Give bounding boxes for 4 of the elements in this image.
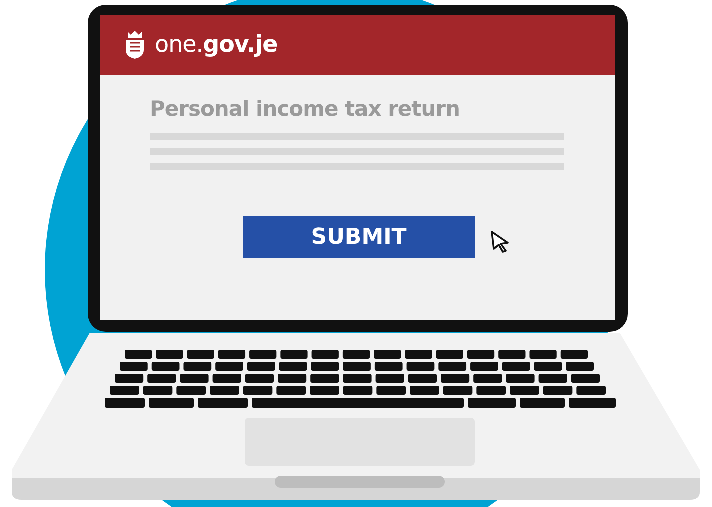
- site-logo[interactable]: one.gov.je: [155, 32, 278, 58]
- submit-button[interactable]: SUBMIT: [243, 216, 475, 258]
- crest-icon: [123, 30, 147, 60]
- page-title: Personal income tax return: [150, 97, 461, 121]
